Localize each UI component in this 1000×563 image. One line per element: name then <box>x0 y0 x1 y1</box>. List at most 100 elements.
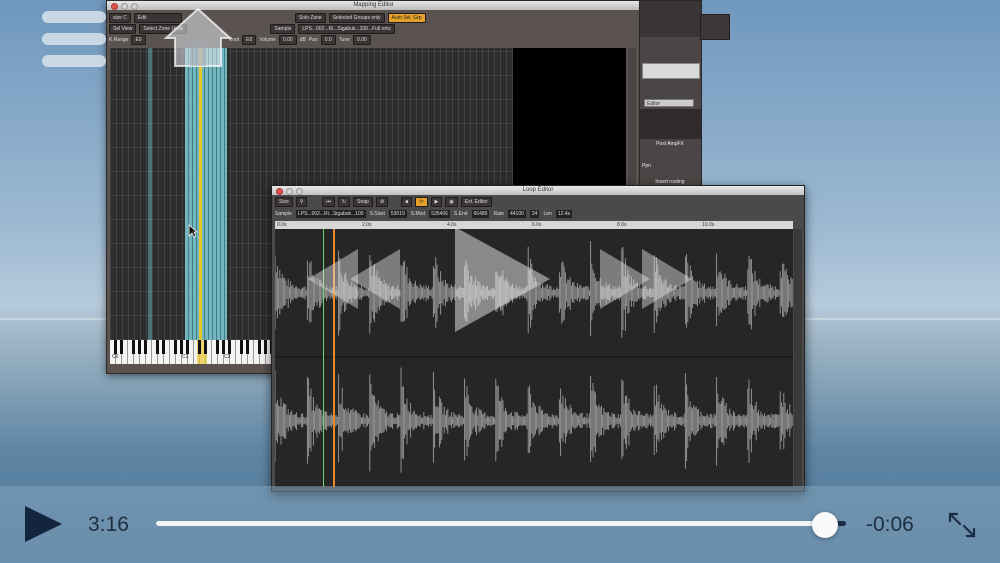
smod-label: S.Mod <box>410 210 426 217</box>
loop-sample-label: Sample <box>275 210 292 217</box>
loop-button[interactable]: ↻ <box>337 196 351 207</box>
volume-field[interactable]: 0.00 <box>278 34 297 45</box>
krange-field[interactable]: E0 <box>131 34 146 45</box>
remaining-time: -0:06 <box>866 513 914 536</box>
volume-unit: dB <box>299 36 306 43</box>
window-controls <box>111 3 138 10</box>
minimize-window-button[interactable] <box>121 3 128 10</box>
black-key[interactable] <box>174 340 177 354</box>
sstart-label: S.Start <box>369 210 385 217</box>
black-key[interactable] <box>180 340 183 354</box>
transport-overlay <box>308 227 692 332</box>
send-label: S.End <box>453 210 468 217</box>
root-field[interactable]: E0 <box>242 34 257 45</box>
zone-single[interactable] <box>148 48 152 340</box>
post-ampfx-label: Post AmpFX <box>656 141 684 147</box>
stop-button[interactable]: ■ <box>401 196 413 207</box>
black-key[interactable] <box>204 340 207 354</box>
loop-size-dropdown[interactable]: Size <box>275 196 293 207</box>
loop-close-button[interactable] <box>276 188 283 195</box>
zoom-window-button[interactable] <box>131 3 138 10</box>
mapping-toolbar-row1: size C Edit Solo Zone Selected Groups on… <box>109 12 426 23</box>
play-icon[interactable] <box>455 227 550 332</box>
black-key[interactable] <box>216 340 219 354</box>
gear-icon[interactable]: ⚙ <box>375 196 389 207</box>
background-window-fragment <box>700 14 730 40</box>
size-dropdown[interactable]: size C <box>109 12 131 23</box>
tune-label: Tune <box>338 36 350 43</box>
progress-track[interactable] <box>156 521 846 526</box>
zone-group-selected[interactable] <box>185 48 227 340</box>
volume-label: Volume <box>259 36 276 43</box>
rate-field: 44100 <box>508 209 526 218</box>
loop-zoom-button[interactable] <box>296 188 303 195</box>
black-key[interactable] <box>162 340 165 354</box>
loop-toolbar: Size ⚲ ⏮ ↻ Snap ⚙ ■ ⟳ ▶ ◉ Ext. Editor <box>275 196 492 207</box>
bits-field: 24 <box>529 209 540 218</box>
black-key[interactable] <box>132 340 135 354</box>
loop-editor-titlebar[interactable]: Loop Editor <box>272 186 804 195</box>
expand-icon[interactable] <box>946 510 978 540</box>
zoom-button[interactable]: ⚲ <box>295 196 308 207</box>
loop-info-row: Sample LPS...002...Ri...Sigabuk...100 S.… <box>275 209 573 218</box>
black-key[interactable] <box>246 340 249 354</box>
ruler-tick-label: 0.0s <box>277 222 287 228</box>
len-field: 12.4s <box>555 209 573 218</box>
side-sub-label: Ppn <box>642 163 651 169</box>
side-panel-strip <box>640 109 701 139</box>
play-icon[interactable] <box>24 505 64 543</box>
instrument-side-panel: Editor Post AmpFX Ppn Insert routing <box>639 0 702 187</box>
loop-scrollbar[interactable] <box>794 229 802 487</box>
black-key[interactable] <box>120 340 123 354</box>
side-panel-header <box>640 1 701 37</box>
cycle-button[interactable]: ⟳ <box>415 196 428 207</box>
black-key[interactable] <box>186 340 189 354</box>
progress-fill <box>156 521 826 526</box>
menu-icon[interactable] <box>42 11 106 67</box>
black-key[interactable] <box>138 340 141 354</box>
selected-groups-only-button[interactable]: Selected Groups only <box>328 12 385 23</box>
mapping-toolbar-row2: Sel View Select Zone Unde Sample LPS...0… <box>109 23 396 34</box>
mapping-editor-title: Mapping Editor <box>353 2 394 8</box>
ext-editor-dropdown[interactable]: Ext. Editor <box>460 196 492 207</box>
key-label-c1: C1 <box>182 354 189 360</box>
loop-sample-field[interactable]: LPS...002...Ri...Sigabuk...100 <box>295 209 366 218</box>
side-editor-button[interactable]: Editor <box>644 99 694 107</box>
solo-zone-button[interactable]: Solo Zone <box>294 12 326 23</box>
krange-label: K.Range <box>109 36 129 43</box>
tune-field[interactable]: 0.00 <box>352 34 371 45</box>
rewind-icon[interactable] <box>308 249 400 309</box>
loop-minimize-button[interactable] <box>286 188 293 195</box>
sample-label: Sample <box>270 23 296 34</box>
black-key[interactable] <box>228 340 231 354</box>
black-key[interactable] <box>144 340 147 354</box>
mapping-info-row: K.Range E0 Root E0 Volume 0.00 dB Pan 0.… <box>109 34 371 45</box>
black-key[interactable] <box>222 340 225 354</box>
black-key[interactable] <box>258 340 261 354</box>
black-key[interactable] <box>114 340 117 354</box>
sample-name-field[interactable]: LPS...002...Ri...Sigabuk...100...Full.nm… <box>298 23 396 34</box>
pan-field[interactable]: 0.0 <box>320 34 336 45</box>
key-label-c2: C2 <box>224 354 231 360</box>
sel-view-button[interactable]: Sel View <box>109 23 137 34</box>
home-icon[interactable] <box>163 6 233 68</box>
play-loop-button[interactable]: ▶ <box>430 196 443 207</box>
fast-forward-icon[interactable] <box>600 249 692 309</box>
black-key[interactable] <box>198 340 201 354</box>
snap-dropdown[interactable]: Snap <box>353 196 373 207</box>
loop-editor-title: Loop Editor <box>522 187 554 193</box>
headphone-icon[interactable]: ◉ <box>445 196 458 207</box>
len-label: Len <box>543 210 552 217</box>
sstart-field[interactable]: 53019 <box>388 209 407 218</box>
key-label-c0: C0 <box>112 354 119 360</box>
side-panel-display <box>642 63 700 79</box>
black-key[interactable] <box>240 340 243 354</box>
send-field[interactable]: 66489 <box>471 209 490 218</box>
black-key[interactable] <box>156 340 159 354</box>
skip-back-button[interactable]: ⏮ <box>322 196 335 207</box>
smod-field[interactable]: 535406 <box>429 209 450 218</box>
elapsed-time: 3:16 <box>88 513 129 536</box>
black-key[interactable] <box>264 340 267 354</box>
close-window-button[interactable] <box>111 3 118 10</box>
auto-sel-grp-button[interactable]: Auto Sel. Grp <box>387 12 426 23</box>
